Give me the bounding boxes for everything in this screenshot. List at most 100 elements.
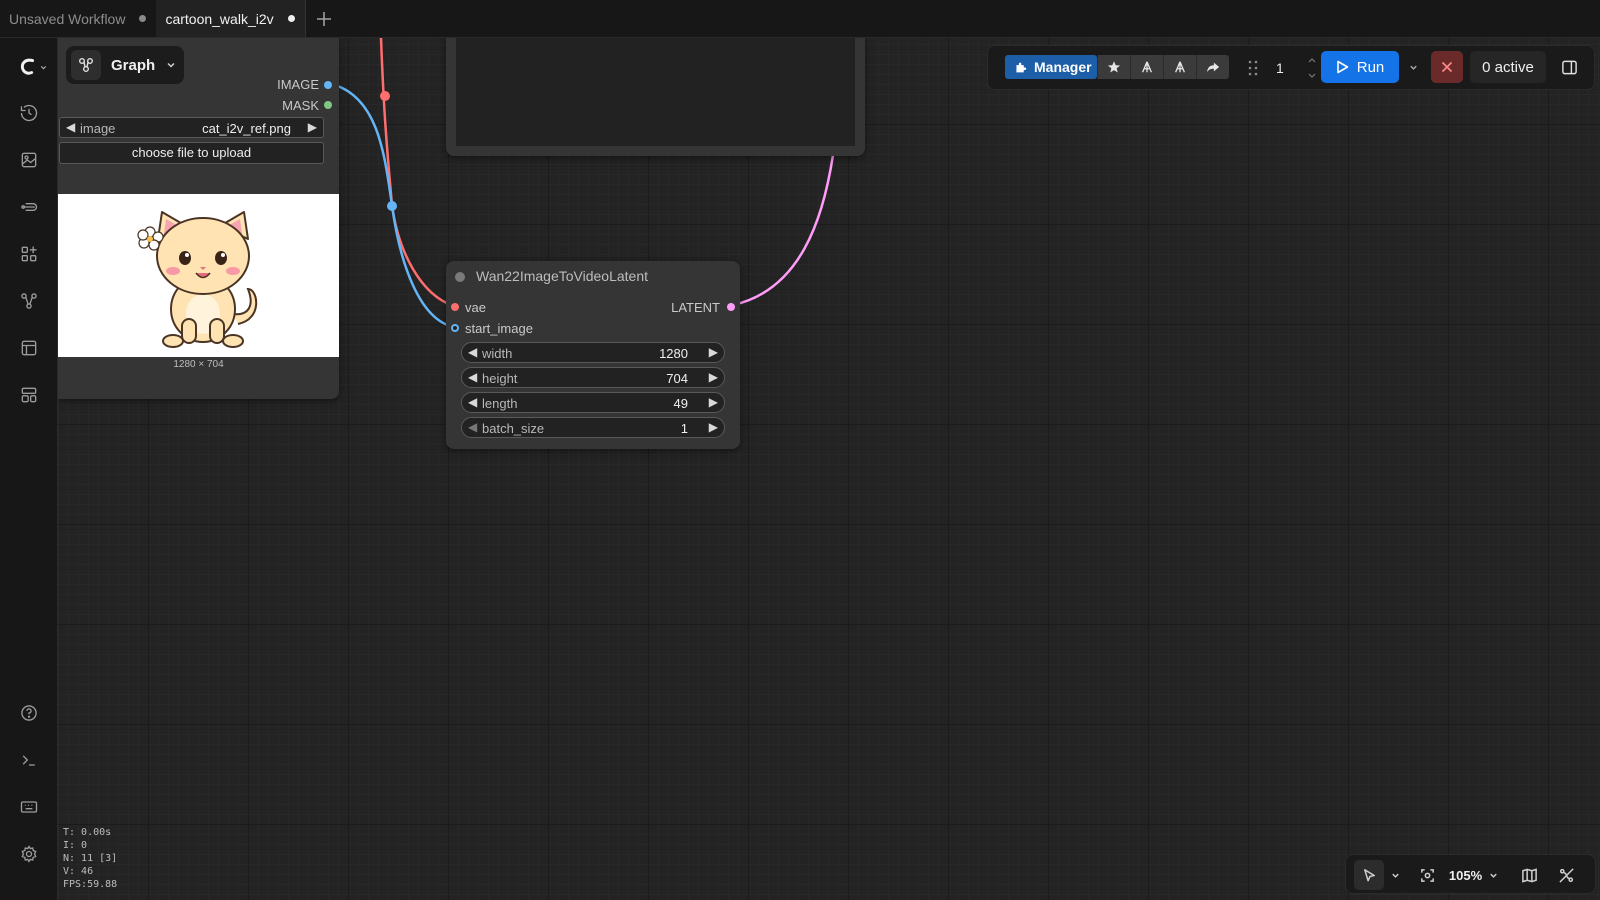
puzzle-icon [1016,62,1027,72]
decrement-arrow-icon[interactable]: ◀ [468,420,477,434]
cancel-button[interactable] [1431,51,1463,83]
fit-view-button[interactable] [1412,860,1442,890]
tab-label: cartoon_walk_i2v [165,10,274,27]
decrement-arrow-icon[interactable]: ◀ [468,395,477,409]
decrement-arrow-icon[interactable]: ◀ [468,370,477,384]
load-image-node[interactable]: IMAGE MASK ◀ image cat_i2v_ref.png ▶ cho… [58,38,339,399]
chevron-down-icon [1409,65,1417,70]
sidebar-item-models[interactable] [14,192,44,222]
image-combo-widget[interactable]: ◀ image cat_i2v_ref.png ▶ [59,117,324,138]
widget-label: image [80,121,116,136]
history-icon [20,104,38,122]
run-label: Run [1356,58,1385,76]
width-widget[interactable]: ◀ width 1280 ▶ [461,342,725,363]
upload-button[interactable]: choose file to upload [59,142,324,164]
tab-bar: Unsaved Workflow cartoon_walk_i2v [0,0,1600,38]
tab-unsaved-workflow[interactable]: Unsaved Workflow [0,0,156,37]
widget-label: width [482,346,513,361]
active-queue-button[interactable]: 0 active [1470,51,1546,83]
stepper-arrows-icon[interactable] [1306,55,1318,81]
workflows-icon [21,293,37,309]
increment-arrow-icon[interactable]: ▶ [709,345,718,359]
node-collapse-dot[interactable] [455,272,465,282]
select-mode-button[interactable] [1354,860,1384,890]
wan22-latent-node[interactable]: Wan22ImageToVideoLatent vae LATENT start… [446,261,740,449]
widget-value: 1 [680,421,688,436]
node-title: Wan22ImageToVideoLatent [476,268,649,284]
run-options-button[interactable] [1402,51,1424,83]
share-icon [1206,62,1220,73]
increment-arrow-icon[interactable]: ▶ [709,395,718,409]
templates-icon [21,340,37,356]
stat-iterations: I: 0 [63,840,88,851]
input-start-image-dot[interactable] [451,324,459,332]
manager-button[interactable]: Manager [1005,55,1097,79]
increment-arrow-icon[interactable]: ▶ [709,370,718,384]
widget-value: 49 [673,396,688,411]
sidebar-item-help[interactable] [14,698,44,728]
output-image-dot[interactable] [324,81,332,89]
widget-label: height [482,371,518,386]
input-start-image-label: start_image [465,321,533,336]
widget-value: 704 [666,371,688,386]
image-dimensions: 1280 × 704 [173,359,224,370]
output-latent-dot[interactable] [727,303,735,311]
canvas-controls: 105% [1345,854,1596,894]
comfy-logo-button[interactable] [12,52,52,82]
tab-label: Unsaved Workflow [9,10,126,27]
next-arrow-icon[interactable]: ▶ [308,120,317,134]
left-sidebar [0,38,58,900]
height-widget[interactable]: ◀ height 704 ▶ [461,367,725,388]
sidebar-item-workflows[interactable] [14,286,44,316]
share-button[interactable] [1196,55,1229,79]
sidebar-item-shortcuts[interactable] [14,792,44,822]
increment-arrow-icon[interactable]: ▶ [709,420,718,434]
sidebar-item-settings[interactable] [14,839,44,869]
output-mask-dot[interactable] [324,101,332,109]
stat-time: T: 0.00s [63,827,112,838]
graph-menu-button[interactable]: Graph [66,46,184,84]
person-alt-icon [1175,61,1185,73]
zoom-dropdown[interactable]: 105% [1446,860,1502,890]
manager-label: Manager [1034,59,1092,75]
preview-area [456,38,855,146]
toggle-panel-button[interactable] [1553,51,1585,83]
sidebar-item-assets[interactable] [14,145,44,175]
length-widget[interactable]: ◀ length 49 ▶ [461,392,725,413]
decrement-arrow-icon[interactable]: ◀ [468,345,477,359]
batch-size-widget[interactable]: ◀ batch_size 1 ▶ [461,417,725,438]
convert-button[interactable] [1130,55,1163,79]
graph-menu-label: Graph [111,56,156,74]
sidebar-item-templates[interactable] [14,333,44,363]
input-vae-dot[interactable] [451,303,459,311]
input-vae-label: vae [465,300,486,315]
sidebar-item-history[interactable] [14,98,44,128]
preview-node[interactable] [446,38,865,156]
prev-arrow-icon[interactable]: ◀ [66,120,75,134]
mode-dropdown-button[interactable] [1386,860,1404,890]
chevron-down-icon [1391,873,1399,878]
link-off-icon [1558,867,1574,883]
sidebar-item-queue[interactable] [14,380,44,410]
tab-cartoon-walk-i2v[interactable]: cartoon_walk_i2v [156,0,306,37]
panel-right-icon [1561,60,1577,74]
zoom-level: 105% [1448,867,1483,883]
star-button[interactable] [1097,55,1130,79]
widget-label: length [482,396,518,411]
play-icon [1336,60,1349,74]
sidebar-item-node-library[interactable] [14,239,44,269]
sidebar-item-terminal[interactable] [14,745,44,775]
star-icon [1107,61,1121,73]
drag-handle-icon[interactable] [1248,59,1258,77]
chevron-down-icon [1490,873,1497,878]
convert-alt-button[interactable] [1163,55,1196,79]
toggle-links-button[interactable] [1551,860,1581,890]
minimap-button[interactable] [1514,860,1544,890]
run-button[interactable]: Run [1321,51,1399,83]
logo-icon [20,58,34,75]
graph-icon [71,50,101,80]
stat-fps: FPS:59.88 [63,879,118,890]
new-tab-button[interactable] [306,0,342,37]
help-icon [21,705,37,721]
queue-icon [21,387,37,403]
